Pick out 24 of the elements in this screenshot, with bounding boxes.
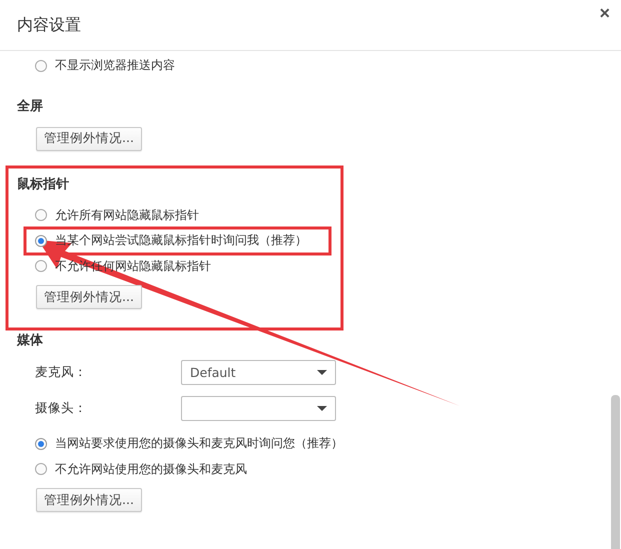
radio-label: 不允许网站使用您的摄像头和麦克风 [55, 460, 247, 478]
radio-label: 允许所有网站隐藏鼠标指针 [55, 206, 199, 224]
close-button[interactable]: × [595, 3, 614, 23]
dropdown-field[interactable] [181, 396, 336, 420]
manage-exceptions-button[interactable]: 管理例外情况... [36, 126, 142, 150]
caret-icon [317, 370, 327, 374]
scrollbar-thumb[interactable] [611, 395, 620, 549]
manage-exceptions-button[interactable]: 管理例外情况... [36, 285, 142, 309]
section-heading: 媒体 [17, 332, 43, 350]
section-heading: 全屏 [17, 98, 43, 116]
radio-button[interactable] [35, 260, 47, 272]
radio-label: 当网站要求使用您的摄像头和麦克风时询问您（推荐） [55, 435, 343, 452]
radio-button[interactable] [35, 438, 47, 450]
radio-button[interactable] [35, 60, 47, 72]
section-heading: 鼠标指针 [17, 176, 69, 194]
field-label: 麦克风： [35, 364, 88, 380]
manage-exceptions-button[interactable]: 管理例外情况... [36, 488, 142, 512]
radio-label: 不显示浏览器推送内容 [55, 57, 175, 74]
radio-button[interactable] [35, 234, 47, 247]
radio-button[interactable] [35, 209, 47, 222]
field-label: 摄像头： [35, 400, 88, 416]
radio-button[interactable] [35, 463, 47, 476]
dropdown-field[interactable]: Default [181, 360, 336, 384]
dialog-title: 内容设置 [17, 14, 81, 36]
